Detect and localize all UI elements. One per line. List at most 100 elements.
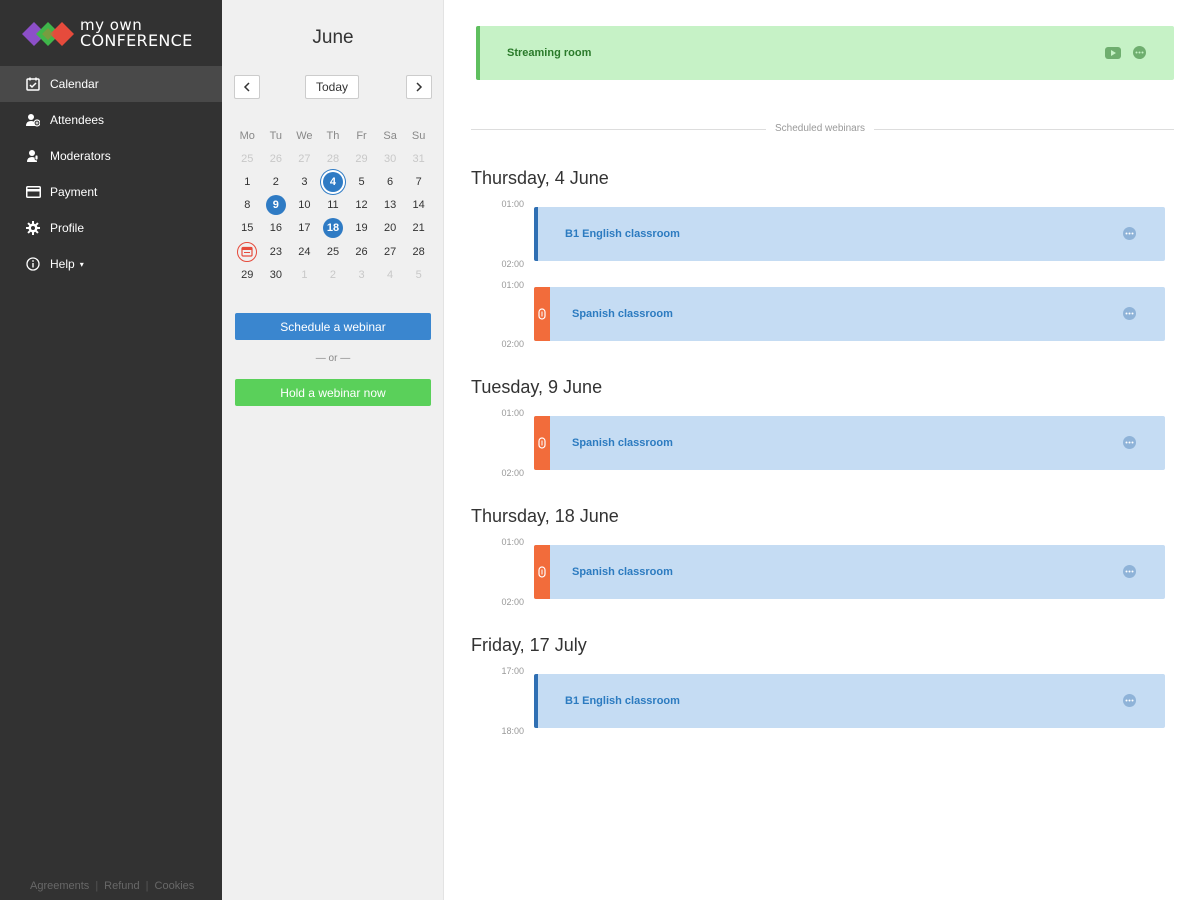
gear-icon [25,220,41,236]
prev-month-button[interactable] [234,75,260,99]
attendees-icon [25,112,41,128]
chevron-down-icon: ▾ [79,259,84,269]
calendar-day[interactable]: 23 [262,240,291,263]
calendar-day-event[interactable]: 9 [262,194,291,217]
main-content: Streaming room Scheduled webinars Thursd… [444,0,1200,900]
calendar-day[interactable]: 28 [404,240,433,263]
youtube-icon[interactable] [1105,46,1121,64]
calendar-day[interactable]: 19 [347,217,376,240]
event-start-time: 17:00 [501,666,524,676]
sidebar-item-payment[interactable]: Payment [0,174,222,210]
calendar-day[interactable]: 25 [319,240,348,263]
more-options-icon[interactable] [1123,227,1136,240]
calendar-day[interactable]: 31 [404,147,433,170]
calendar-day[interactable]: 10 [290,194,319,217]
agreements-link[interactable]: Agreements [30,880,89,892]
calendar-day[interactable]: 26 [347,240,376,263]
webinar-title: B1 English classroom [565,228,680,240]
calendar-day-today[interactable] [233,240,262,263]
logo[interactable]: my own CONFERENCE [22,18,202,50]
sidebar-item-help[interactable]: Help ▾ [0,246,222,282]
calendar-day[interactable]: 1 [233,170,262,193]
next-month-button[interactable] [406,75,432,99]
calendar-day[interactable]: 8 [233,194,262,217]
weekday-label: Su [411,129,426,142]
chevron-left-icon [243,82,250,92]
footer-links: Agreements | Refund | Cookies [30,880,194,892]
webinar-card[interactable]: Spanish classroom [534,416,1165,470]
event-end-time: 02:00 [501,468,524,478]
calendar-day[interactable]: 17 [290,217,319,240]
calendar-day[interactable]: 14 [404,194,433,217]
calendar-day[interactable]: 26 [262,147,291,170]
streaming-room-card[interactable]: Streaming room [476,26,1174,80]
calendar-day-selected[interactable]: 4 [319,170,348,193]
sidebar-item-label: Calendar [50,77,99,91]
schedule-webinar-button[interactable]: Schedule a webinar [235,313,431,340]
sidebar-item-moderators[interactable]: Moderators [0,138,222,174]
calendar-day[interactable]: 29 [347,147,376,170]
streaming-room-actions [1105,46,1146,64]
refund-link[interactable]: Refund [104,880,139,892]
calendar-day[interactable]: 30 [262,263,291,286]
calendar-day[interactable]: 13 [376,194,405,217]
calendar-day[interactable]: 28 [319,147,348,170]
streaming-room-title: Streaming room [507,47,592,59]
calendar-day[interactable]: 5 [404,263,433,286]
webinar-card[interactable]: B1 English classroom [534,674,1165,728]
more-options-icon[interactable] [1123,565,1136,578]
calendar-day[interactable]: 11 [319,194,348,217]
calendar-day[interactable]: 21 [404,217,433,240]
webinar-card[interactable]: Spanish classroom [534,545,1165,599]
calendar-day-event[interactable]: 18 [319,217,348,240]
sidebar-item-profile[interactable]: Profile [0,210,222,246]
calendar-day[interactable]: 2 [319,263,348,286]
calendar-day[interactable]: 27 [376,240,405,263]
calendar-day[interactable]: 3 [347,263,376,286]
weekday-label: Tu [269,129,283,142]
event-start-time: 01:00 [501,280,524,290]
sidebar-item-calendar[interactable]: Calendar [0,66,222,102]
day-heading: Tuesday, 9 June [471,377,603,397]
sidebar-item-label: Payment [50,185,98,199]
calendar-day[interactable]: 15 [233,217,262,240]
calendar-grid: Mo Tu We Th Fr Sa Su 25 26 27 28 29 30 3… [233,124,433,286]
event-start-time: 01:00 [501,408,524,418]
hold-webinar-now-button[interactable]: Hold a webinar now [235,379,431,406]
calendar-day[interactable]: 24 [290,240,319,263]
calendar-day[interactable]: 25 [233,147,262,170]
calendar-week: 8 9 10 11 12 13 14 [233,194,433,217]
today-button[interactable]: Today [305,75,359,99]
webinar-card[interactable]: B1 English classroom [534,207,1165,261]
info-icon [25,256,41,272]
event-end-time: 02:00 [501,259,524,269]
sidebar-item-attendees[interactable]: Attendees [0,102,222,138]
webinar-title: Spanish classroom [572,566,673,578]
sidebar-item-label: Profile [50,221,85,235]
webinar-title: B1 English classroom [565,695,680,707]
calendar-day[interactable]: 16 [262,217,291,240]
cookies-link[interactable]: Cookies [155,880,195,892]
calendar-day[interactable]: 6 [376,170,405,193]
footer-separator: | [145,880,149,892]
more-options-icon[interactable] [1133,46,1146,64]
more-options-icon[interactable] [1123,436,1136,449]
recurring-icon [534,416,550,470]
calendar-day[interactable]: 30 [376,147,405,170]
calendar-day[interactable]: 5 [347,170,376,193]
calendar-day[interactable]: 3 [290,170,319,193]
more-options-icon[interactable] [1123,307,1136,320]
weekday-header-row: Mo Tu We Th Fr Sa Su [233,124,433,147]
calendar-day[interactable]: 7 [404,170,433,193]
calendar-day[interactable]: 2 [262,170,291,193]
calendar-day[interactable]: 29 [233,263,262,286]
event-end-time: 18:00 [501,726,524,736]
calendar-day[interactable]: 20 [376,217,405,240]
calendar-day[interactable]: 27 [290,147,319,170]
sidebar-nav: Calendar Attendees Moderators Payment Pr… [0,66,222,282]
calendar-day[interactable]: 12 [347,194,376,217]
more-options-icon[interactable] [1123,694,1136,707]
calendar-day[interactable]: 1 [290,263,319,286]
webinar-card[interactable]: Spanish classroom [534,287,1165,341]
calendar-day[interactable]: 4 [376,263,405,286]
